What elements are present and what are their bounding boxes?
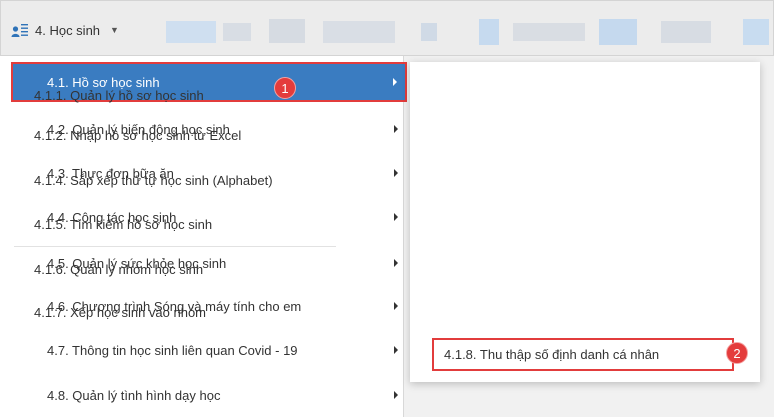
blurred-menu-item xyxy=(269,19,305,43)
caret-down-icon: ▼ xyxy=(110,25,119,35)
chevron-right-icon xyxy=(394,259,398,267)
submenu-divider xyxy=(14,246,336,247)
submenu-item-manage-groups[interactable]: 4.1.6. Quản lý nhóm học sinh xyxy=(0,249,350,289)
chevron-right-icon xyxy=(394,125,398,133)
submenu-item-collect-personal-id[interactable]: 4.1.8. Thu thập số định danh cá nhân xyxy=(432,338,734,371)
blurred-menu-item xyxy=(166,21,216,43)
step-badge-2: 2 xyxy=(726,342,748,364)
menu-item-teaching-status[interactable]: 4.8. Quản lý tình hình dạy học xyxy=(14,373,404,417)
submenu-item-label: 4.1.4. Sắp xếp thứ tự học sinh (Alphabet… xyxy=(34,172,273,188)
students-menu-label: 4. Học sinh xyxy=(35,22,101,38)
submenu-item-search-records[interactable]: 4.1.5. Tìm kiếm hồ sơ học sinh xyxy=(0,204,350,244)
chevron-right-icon xyxy=(394,213,398,221)
submenu-item-import-excel[interactable]: 4.1.2. Nhập hồ sơ học sinh từ Excel xyxy=(0,115,350,155)
chevron-right-icon xyxy=(393,78,397,86)
menu-item-label: 4.7. Thông tin học sinh liên quan Covid … xyxy=(47,342,298,358)
menu-item-label: 4.8. Quản lý tình hình dạy học xyxy=(47,387,221,403)
blurred-menu-item xyxy=(661,21,711,43)
students-menu-button[interactable]: 4. Học sinh ▼ xyxy=(11,15,151,45)
chevron-right-icon xyxy=(394,169,398,177)
submenu-item-label: 4.1.6. Quản lý nhóm học sinh xyxy=(34,261,204,277)
student-records-submenu xyxy=(410,62,760,382)
submenu-item-label: 4.1.1. Quản lý hồ sơ học sinh xyxy=(34,87,204,103)
chevron-right-icon xyxy=(394,391,398,399)
blurred-menu-item xyxy=(513,23,585,41)
blurred-menu-item xyxy=(323,21,395,43)
top-navigation-bar: 4. Học sinh ▼ xyxy=(0,0,774,56)
blurred-menu-item xyxy=(223,23,251,41)
submenu-item-sort-alphabet[interactable]: 4.1.4. Sắp xếp thứ tự học sinh (Alphabet… xyxy=(0,160,350,200)
submenu-item-label: 4.1.7. Xếp học sinh vào nhóm xyxy=(34,304,207,320)
menu-item-covid-info[interactable]: 4.7. Thông tin học sinh liên quan Covid … xyxy=(14,328,404,372)
blurred-menu-item xyxy=(421,23,437,41)
submenu-item-label: 4.1.2. Nhập hồ sơ học sinh từ Excel xyxy=(34,127,242,143)
submenu-item-manage-records[interactable]: 4.1.1. Quản lý hồ sơ học sinh xyxy=(0,75,350,115)
submenu-item-label: 4.1.8. Thu thập số định danh cá nhân xyxy=(444,347,660,362)
user-list-icon xyxy=(11,21,29,39)
blurred-menu-item xyxy=(479,19,499,45)
submenu-item-label: 4.1.5. Tìm kiếm hồ sơ học sinh xyxy=(34,216,213,232)
submenu-item-assign-groups[interactable]: 4.1.7. Xếp học sinh vào nhóm xyxy=(0,292,350,332)
chevron-right-icon xyxy=(394,302,398,310)
blurred-menu-item xyxy=(743,19,769,45)
blurred-menu-item xyxy=(599,19,637,45)
chevron-right-icon xyxy=(394,346,398,354)
